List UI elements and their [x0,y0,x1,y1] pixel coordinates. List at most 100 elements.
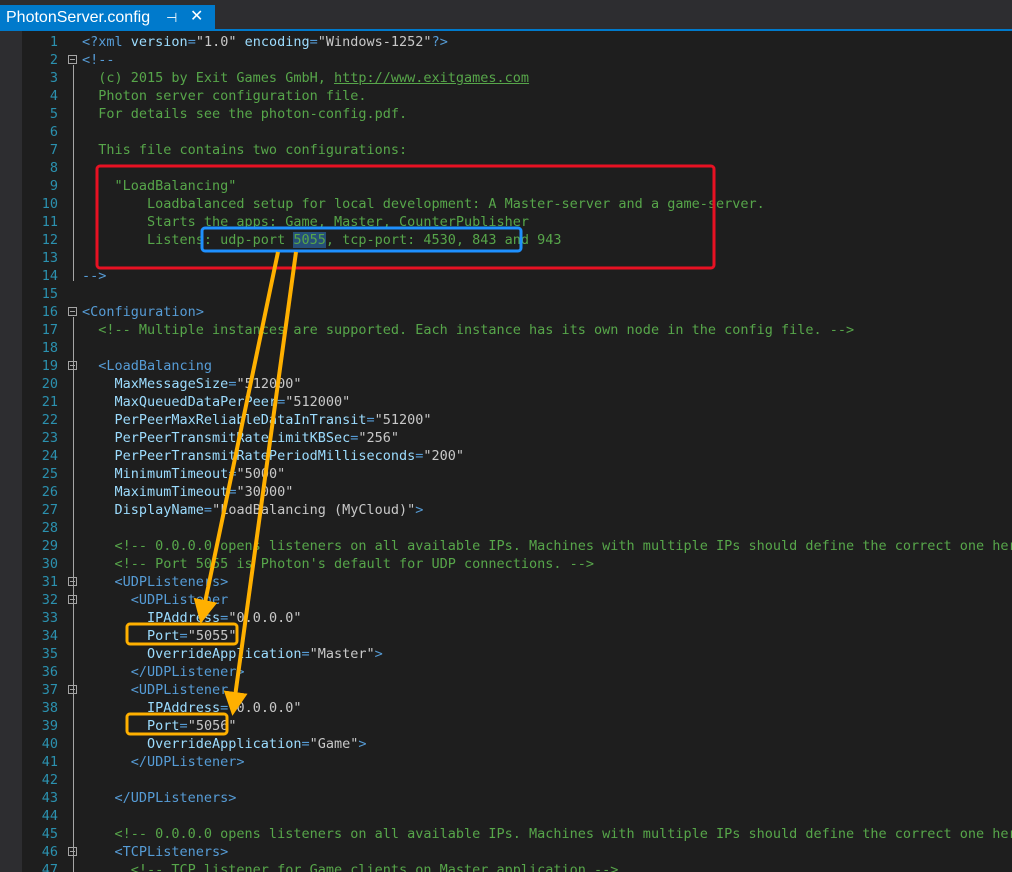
code-line[interactable]: 31 <UDPListeners> [22,573,1012,591]
code-line[interactable]: 30 <!-- Port 5055 is Photon's default fo… [22,555,1012,573]
code-token: Starts the apps: Game, Master, CounterPu… [82,214,530,230]
code-line[interactable]: 24 PerPeerTransmitRatePeriodMilliseconds… [22,447,1012,465]
code-line[interactable]: 9 "LoadBalancing" [22,177,1012,195]
code-line[interactable]: 4 Photon server configuration file. [22,87,1012,105]
code-line[interactable]: 37 <UDPListener [22,681,1012,699]
code-line[interactable]: 39 Port="5056" [22,717,1012,735]
code-text: For details see the photon-config.pdf. [82,105,407,123]
code-text: --> [82,267,106,285]
code-text: MaxMessageSize="512000" [82,375,302,393]
code-token: "0.0.0.0" [228,610,302,626]
code-line[interactable]: 7 This file contains two configurations: [22,141,1012,159]
tab-title[interactable]: PhotonServer.config [6,5,150,31]
code-token: PerPeerMaxReliableDataInTransit [82,412,367,428]
code-line[interactable]: 35 OverrideApplication="Master"> [22,645,1012,663]
code-text: Photon server configuration file. [82,87,366,105]
code-line[interactable]: 28 [22,519,1012,537]
code-token: Port [82,628,180,644]
line-number: 38 [41,700,58,716]
code-token: = [309,34,318,50]
code-line[interactable]: 47 <!-- TCP listener for Game clients on… [22,861,1012,872]
code-line[interactable]: 19 <LoadBalancing [22,357,1012,375]
code-line[interactable]: 40 OverrideApplication="Game"> [22,735,1012,753]
code-line[interactable]: 33 IPAddress="0.0.0.0" [22,609,1012,627]
code-line[interactable]: 15 [22,285,1012,303]
code-line[interactable]: 21 MaxQueuedDataPerPeer="512000" [22,393,1012,411]
code-line[interactable]: 11 Starts the apps: Game, Master, Counte… [22,213,1012,231]
code-line[interactable]: 22 PerPeerMaxReliableDataInTransit="5120… [22,411,1012,429]
code-line[interactable]: 5 For details see the photon-config.pdf. [22,105,1012,123]
code-line[interactable]: 38 IPAddress="0.0.0.0" [22,699,1012,717]
code-text: <!-- [82,51,115,69]
line-number: 10 [41,196,58,212]
fold-toggle-icon[interactable] [68,307,77,316]
code-line[interactable]: 18 [22,339,1012,357]
code-token: DisplayName [82,502,204,518]
line-number: 27 [41,502,58,518]
code-text: IPAddress="0.0.0.0" [82,609,301,627]
code-line[interactable]: 10 Loadbalanced setup for local developm… [22,195,1012,213]
code-line[interactable]: 27 DisplayName="LoadBalancing (MyCloud)"… [22,501,1012,519]
close-icon[interactable]: ✕ [190,4,203,30]
code-token: </UDPListeners> [82,790,237,806]
code-line[interactable]: 25 MinimumTimeout="5000" [22,465,1012,483]
code-line[interactable]: 42 [22,771,1012,789]
line-number: 20 [41,376,58,392]
code-editor[interactable]: 1 <?xml version="1.0" encoding="Windows-1… [22,31,1012,872]
code-line[interactable]: 36 </UDPListener> [22,663,1012,681]
code-token: PerPeerTransmitRateLimitKBSec [82,430,351,446]
line-number: 25 [41,466,58,482]
code-token: </UDPListener> [82,754,245,770]
pin-icon[interactable]: ⊣ [166,5,177,31]
code-line[interactable]: 17 <!-- Multiple instances are supported… [22,321,1012,339]
code-line[interactable]: 44 [22,807,1012,825]
code-line[interactable]: 1 <?xml version="1.0" encoding="Windows-1… [22,33,1012,51]
code-token: "200" [423,448,465,464]
code-line[interactable]: 34 Port="5055" [22,627,1012,645]
code-token: "Game" [309,736,359,752]
code-text: PerPeerTransmitRateLimitKBSec="256" [82,429,400,447]
code-token: "Windows-1252" [317,34,432,50]
code-line[interactable]: 6 [22,123,1012,141]
code-token: encoding [236,34,310,50]
line-number: 33 [41,610,58,626]
document-tab[interactable]: PhotonServer.config ⊣ ✕ [0,5,215,31]
code-token: = [301,646,310,662]
code-token: IPAddress [82,700,221,716]
code-text: <Configuration> [82,303,204,321]
code-line[interactable]: 41 </UDPListener> [22,753,1012,771]
code-line[interactable]: 26 MaximumTimeout="30000" [22,483,1012,501]
code-line[interactable]: 23 PerPeerTransmitRateLimitKBSec="256" [22,429,1012,447]
code-token: MinimumTimeout [82,466,229,482]
code-line[interactable]: 8 [22,159,1012,177]
code-line[interactable]: 46 <TCPListeners> [22,843,1012,861]
code-token: = [203,502,213,518]
code-line[interactable]: 20 MaxMessageSize="512000" [22,375,1012,393]
code-token: = [187,34,196,50]
code-token: Listens: udp-port [82,232,294,248]
code-line[interactable]: 3 (c) 2015 by Exit Games GmbH, http://ww… [22,69,1012,87]
code-line[interactable]: 29 <!-- 0.0.0.0 opens listeners on all a… [22,537,1012,555]
code-text: </UDPListeners> [82,789,237,807]
code-line[interactable]: 16 <Configuration> [22,303,1012,321]
code-line[interactable]: 32 <UDPListener [22,591,1012,609]
line-number: 17 [41,322,58,338]
code-token: <?xml [82,34,131,50]
code-token: Port [82,718,180,734]
line-number: 21 [41,394,58,410]
code-line[interactable]: 2 <!-- [22,51,1012,69]
code-line[interactable]: 13 [22,249,1012,267]
line-number: 15 [41,286,58,302]
code-text: MaximumTimeout="30000" [82,483,294,501]
code-token: "LoadBalancing" [82,178,237,194]
code-text: </UDPListener> [82,663,245,681]
code-line[interactable]: 12 Listens: udp-port 5055, tcp-port: 453… [22,231,1012,249]
code-line[interactable]: 43 </UDPListeners> [22,789,1012,807]
code-line[interactable]: 14 --> [22,267,1012,285]
fold-toggle-icon[interactable] [68,55,77,64]
code-token: MaxMessageSize [82,376,229,392]
code-token: ?> [431,34,448,50]
code-token: "0.0.0.0" [228,700,302,716]
code-line[interactable]: 45 <!-- 0.0.0.0 opens listeners on all a… [22,825,1012,843]
code-text: This file contains two configurations: [82,141,407,159]
